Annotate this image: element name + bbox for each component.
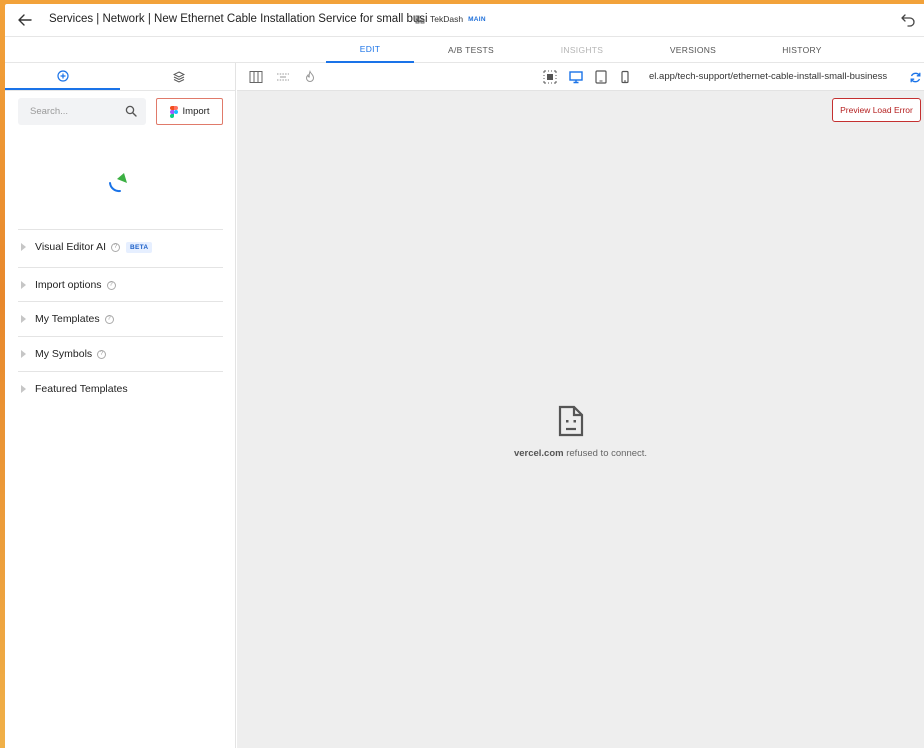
header: Services | Network | New Ethernet Cable … (5, 4, 924, 36)
back-button[interactable] (15, 11, 35, 29)
caret-right-icon (21, 315, 26, 323)
caret-right-icon (21, 350, 26, 358)
page-title: Services | Network | New Ethernet Cable … (49, 13, 428, 25)
mobile-icon[interactable] (618, 70, 632, 84)
refused-text: refused to connect. (563, 448, 648, 459)
spacing-icon[interactable] (276, 70, 290, 84)
search-icon (125, 105, 137, 117)
help-icon[interactable]: ? (106, 280, 116, 290)
model-icon (415, 15, 425, 23)
panel-tab-layers[interactable] (121, 63, 236, 90)
tab-insights[interactable]: INSIGHTS (537, 37, 627, 63)
model-chip[interactable]: TekDash MAIN (415, 14, 486, 24)
panel-tabs (5, 63, 235, 91)
section-label: Visual Editor AI (35, 241, 107, 253)
caret-right-icon (21, 281, 26, 289)
preview-url[interactable]: el.app/tech-support/ethernet-cable-insta… (649, 71, 906, 82)
app-window: Services | Network | New Ethernet Cable … (5, 4, 924, 748)
help-icon[interactable]: ? (111, 242, 121, 252)
section-label: My Templates (35, 313, 100, 325)
select-element-icon[interactable] (543, 70, 557, 84)
model-badge: MAIN (468, 15, 486, 23)
import-label: Import (182, 106, 210, 117)
section-my-symbols[interactable]: My Symbols ? (18, 336, 223, 371)
section-label: My Symbols (35, 348, 93, 360)
flame-icon[interactable] (303, 70, 317, 84)
panel-tab-insert[interactable] (5, 63, 120, 90)
tab-edit[interactable]: EDIT (326, 37, 414, 63)
columns-icon[interactable] (249, 70, 263, 84)
arrow-left-icon (18, 14, 32, 26)
add-circle-icon (56, 69, 69, 82)
preview-load-error-button[interactable]: Preview Load Error (832, 98, 921, 122)
tab-history[interactable]: HISTORY (757, 37, 847, 63)
beta-badge: BETA (126, 241, 153, 253)
import-button[interactable]: Import (156, 98, 223, 125)
section-my-templates[interactable]: My Templates ? (18, 301, 223, 336)
section-label: Import options (35, 279, 102, 291)
figma-icon (169, 105, 178, 118)
help-icon[interactable]: ? (104, 314, 114, 324)
left-panel: Import Visual Editor AI ? BETA Import op… (5, 63, 236, 748)
preview-canvas[interactable]: Preview Load Error vercel.com refused to… (237, 91, 924, 748)
refused-host: vercel.com (513, 448, 564, 459)
top-tabs: EDIT A/B TESTS INSIGHTS VERSIONS HISTORY (5, 36, 924, 63)
tab-versions[interactable]: VERSIONS (648, 37, 738, 63)
model-name: TekDash (430, 14, 464, 24)
loading-spinner-icon (109, 173, 127, 193)
section-visual-editor-ai[interactable]: Visual Editor AI ? BETA (18, 229, 223, 264)
caret-right-icon (21, 243, 26, 251)
canvas-toolbar: el.app/tech-support/ethernet-cable-insta… (237, 63, 924, 91)
desktop-icon[interactable] (569, 70, 583, 84)
broken-page-icon (558, 405, 584, 437)
section-import-options[interactable]: Import options ? (18, 267, 223, 302)
caret-right-icon (21, 385, 26, 393)
tablet-icon[interactable] (594, 70, 608, 84)
section-featured-templates[interactable]: Featured Templates (18, 371, 223, 406)
section-label: Featured Templates (35, 383, 128, 395)
refused-message: vercel.com refused to connect. (237, 448, 924, 459)
undo-icon (901, 14, 915, 27)
undo-button[interactable] (900, 12, 916, 28)
tab-ab-tests[interactable]: A/B TESTS (426, 37, 516, 63)
layers-icon (172, 70, 185, 83)
search-box (18, 98, 146, 125)
refresh-icon[interactable] (909, 71, 922, 84)
help-icon[interactable]: ? (97, 349, 107, 359)
